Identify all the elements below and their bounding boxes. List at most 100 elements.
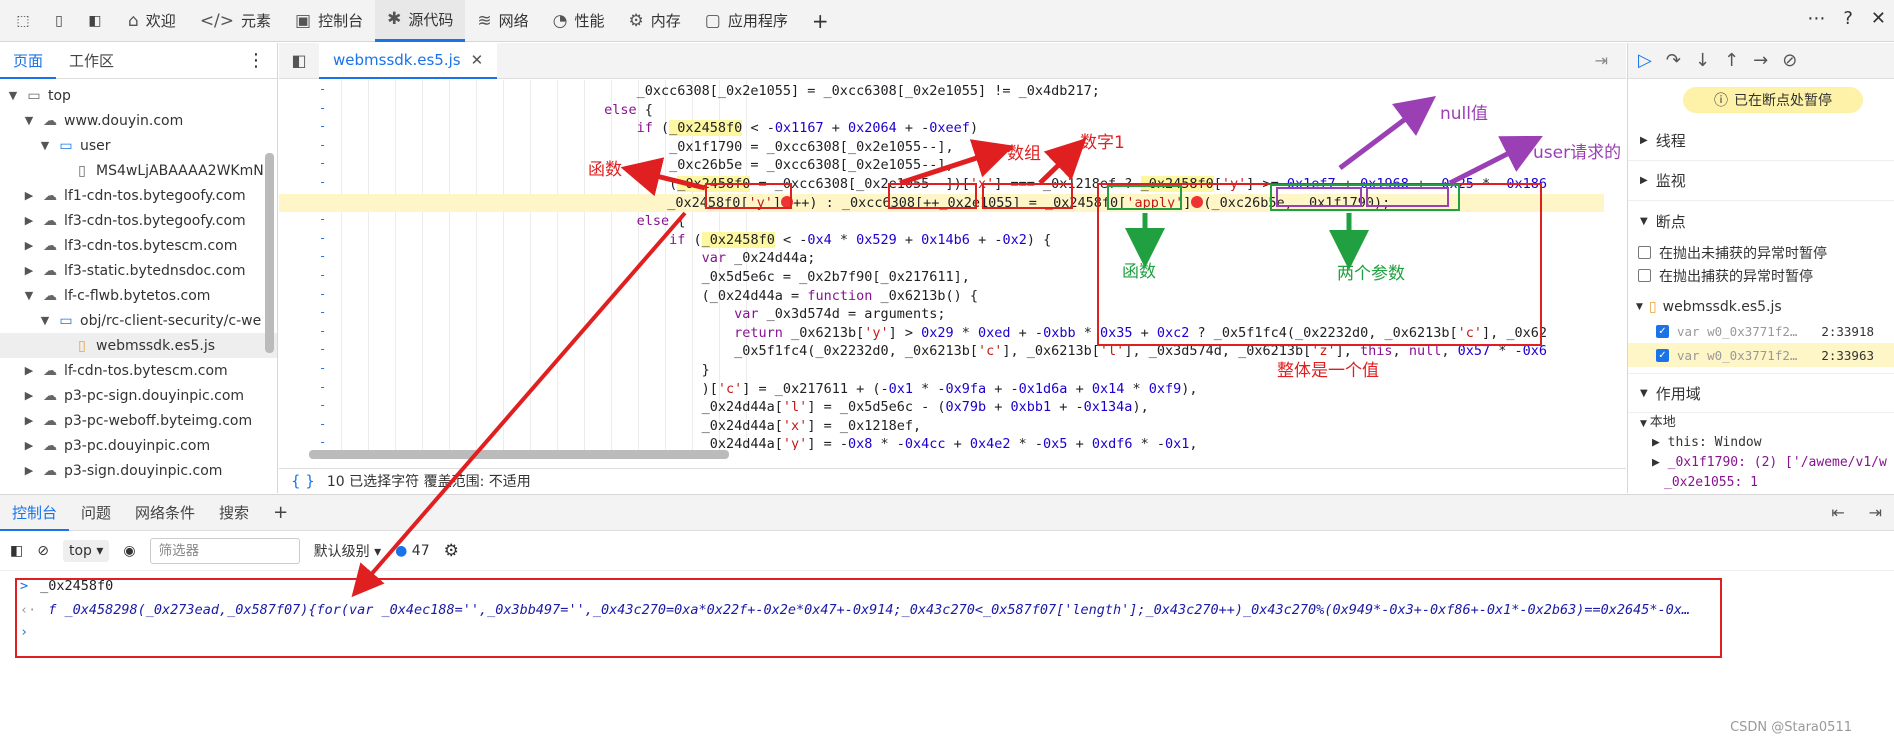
clear-console-icon[interactable]: ⊘ [37, 543, 49, 559]
expanded-icon[interactable]: ▼ [22, 289, 36, 302]
tab-network-conditions[interactable]: 网络条件 [123, 495, 207, 531]
tree-item[interactable]: ▼ ▭ top [0, 83, 277, 108]
tree-item[interactable]: ▶ ☁ p3-pc-sign.douyinpic.com [0, 383, 277, 408]
editor-hscrollbar[interactable] [309, 450, 729, 459]
toggle-debugger-icon[interactable]: ⇥ [1595, 51, 1608, 70]
collapsed-icon[interactable]: ▶ [22, 189, 36, 202]
code-line[interactable]: else { [279, 101, 653, 119]
breakpoint-file[interactable]: ▼ ▯ webmssdk.es5.js [1628, 295, 1894, 319]
tree-item[interactable]: ▯ webmssdk.es5.js [0, 333, 277, 358]
live-expression-icon[interactable]: ◉ [123, 543, 135, 559]
code-line[interactable]: if (_0x2458f0 < -0x4 * 0x529 + 0x14b6 + … [279, 231, 1051, 249]
step-icon[interactable]: → [1753, 50, 1768, 71]
collapsed-icon[interactable]: ▶ [22, 239, 36, 252]
code-line[interactable]: _0x24d44a['l'] = _0x5d5e6c - (0x79b + 0x… [279, 398, 1149, 416]
code-line[interactable]: _0x5d5e6c = _0x2b7f90[_0x217611], [279, 268, 970, 286]
section-threads[interactable]: ▶ 线程 [1628, 121, 1894, 161]
filter-input[interactable]: 筛选器 [149, 537, 300, 564]
tree-item[interactable]: ▶ ☁ lf3-cdn-tos.bytegoofy.com [0, 208, 277, 233]
tree-item[interactable]: ▶ ☁ lf1-cdn-tos.bytegoofy.com [0, 183, 277, 208]
tree-item[interactable]: ▼ ▭ obj/rc-client-security/c-we [0, 308, 277, 333]
tree-item[interactable]: ▶ ☁ lf-cdn-tos.bytescm.com [0, 358, 277, 383]
deactivate-breakpoints-icon[interactable]: ⊘ [1782, 50, 1797, 71]
tab-bug[interactable]: ✱ 源代码 [375, 0, 466, 42]
tab-console[interactable]: 控制台 [0, 495, 70, 531]
collapsed-icon[interactable]: ▶ [22, 439, 36, 452]
expanded-icon[interactable]: ▼ [6, 89, 20, 102]
tree-item[interactable]: ▶ ☁ p3-pc-weboff.byteimg.com [0, 408, 277, 433]
breakpoint-row[interactable]: ✓ var w0_0x3771f2… 2:33918 [1628, 319, 1894, 343]
tab-code[interactable]: </> 元素 [188, 0, 283, 42]
help-icon[interactable]: ? [1843, 8, 1853, 29]
editor-vscrollbar[interactable] [1612, 133, 1620, 403]
step-out-icon[interactable]: ↑ [1724, 50, 1739, 71]
tab-memory[interactable]: ⚙ 内存 [617, 0, 693, 42]
device-toggle-icon[interactable]: ▯ [46, 8, 72, 34]
collapsed-icon[interactable]: ▶ [22, 214, 36, 227]
code-line[interactable]: (_0x24d44a = function _0x6213b() { [279, 287, 978, 305]
pause-caught-checkbox[interactable]: 在抛出捕获的异常时暂停 [1628, 264, 1894, 287]
tree-item[interactable]: ▼ ▭ user [0, 133, 277, 158]
collapsed-icon[interactable]: ▶ [22, 464, 36, 477]
expanded-icon[interactable]: ▼ [38, 314, 52, 327]
tree-item[interactable]: ▶ ☁ p3-sign.douyinpic.com [0, 458, 277, 483]
context-select[interactable]: top ▾ [62, 539, 110, 562]
collapsed-icon[interactable]: ▶ [22, 414, 36, 427]
code-line[interactable]: _0x24d44a['y'] = -0x8 * -0x4cc + 0x4e2 *… [279, 435, 1198, 450]
expanded-icon[interactable]: ▼ [22, 114, 36, 127]
code-line[interactable]: _0xcc6308[_0x2e1055] = _0xcc6308[_0x2e10… [279, 82, 1100, 100]
tab-wifi[interactable]: ≋ 网络 [465, 0, 540, 42]
issues-count[interactable]: ● 47 [395, 543, 430, 559]
scope-item[interactable]: ▶ this: Window [1628, 433, 1894, 453]
tab-terminal[interactable]: ▣ 控制台 [283, 0, 375, 42]
more-icon[interactable]: ⋯ [1807, 8, 1825, 29]
tree-item[interactable]: ▯ MS4wLjABAAAA2WKmN [0, 158, 277, 183]
section-watch[interactable]: ▶ 监视 [1628, 161, 1894, 201]
step-over-icon[interactable]: ↷ [1666, 50, 1681, 71]
tab-issues[interactable]: 问题 [69, 495, 123, 531]
section-scope[interactable]: ▼ 作用域 [1628, 373, 1894, 413]
scope-item[interactable]: ▶ _0x1f1790: (2) ['/aweme/v1/w [1628, 453, 1894, 473]
breakpoint-row-active[interactable]: ✓ var w0_0x3771f2… 2:33963 [1628, 343, 1894, 367]
pause-uncaught-checkbox[interactable]: 在抛出未捕获的异常时暂停 [1628, 241, 1894, 264]
inspect-icon[interactable]: ⬚ [10, 8, 36, 34]
tab-app[interactable]: ▢ 应用程序 [693, 0, 800, 42]
tab-home[interactable]: ⌂ 欢迎 [116, 0, 188, 42]
code-line[interactable]: _0x1f1790 = _0xcc6308[_0x2e1055--], [279, 138, 953, 156]
tab-pages[interactable]: 页面 [0, 43, 57, 79]
collapse-drawer-icon[interactable]: ⇥ [1869, 503, 1882, 522]
add-drawer-tab-button[interactable]: + [261, 495, 300, 531]
pretty-print-icon[interactable]: { } [291, 472, 315, 490]
tab-workspace[interactable]: 工作区 [56, 43, 127, 79]
sidebar-toggle-icon[interactable]: ◧ [10, 543, 23, 559]
code-line[interactable]: var _0x24d44a; [279, 249, 816, 267]
tree-item[interactable]: ▼ ☁ www.douyin.com [0, 108, 277, 133]
tab-search[interactable]: 搜索 [207, 495, 261, 531]
code-line[interactable]: else { [279, 212, 686, 230]
scope-local[interactable]: ▼ 本地 [1628, 413, 1894, 433]
code-line[interactable]: } [279, 361, 710, 379]
file-tab[interactable]: webmssdk.es5.js ✕ [319, 42, 498, 79]
dock-icon[interactable]: ◧ [82, 8, 108, 34]
expanded-icon[interactable]: ▼ [38, 139, 52, 152]
close-tab-icon[interactable]: ✕ [471, 51, 484, 69]
close-icon[interactable]: ✕ [1871, 8, 1886, 29]
code-line[interactable]: if (_0x2458f0 < -0x1167 + 0x2064 + -0xee… [279, 119, 978, 137]
tree-item[interactable]: ▶ ☁ lf3-static.bytednsdoc.com [0, 258, 277, 283]
settings-icon[interactable]: ⚙ [444, 541, 459, 561]
section-breakpoints[interactable]: ▼ 断点 [1628, 201, 1894, 241]
resume-icon[interactable]: ▷ [1638, 50, 1652, 71]
more-options-icon[interactable]: ⋮ [247, 50, 265, 71]
code-line[interactable]: _0x24d44a['x'] = _0x1218ef, [279, 417, 921, 435]
step-into-icon[interactable]: ↓ [1695, 50, 1710, 71]
tree-item[interactable]: ▶ ☁ lf3-cdn-tos.bytescm.com [0, 233, 277, 258]
code-line[interactable]: )['c'] = _0x217611 + (-0x1 * -0x9fa + -0… [279, 380, 1198, 398]
collapsed-icon[interactable]: ▶ [22, 389, 36, 402]
tab-gauge[interactable]: ◔ 性能 [541, 0, 617, 42]
code-line[interactable]: var _0x3d574d = arguments; [279, 305, 945, 323]
toggle-sidebar-icon[interactable]: ◧ [279, 51, 319, 70]
collapsed-icon[interactable]: ▶ [22, 364, 36, 377]
log-level-select[interactable]: 默认级别 ▾ [314, 541, 381, 561]
tree-item[interactable]: ▼ ☁ lf-c-flwb.bytetos.com [0, 283, 277, 308]
navigator-scrollbar[interactable] [265, 153, 274, 353]
